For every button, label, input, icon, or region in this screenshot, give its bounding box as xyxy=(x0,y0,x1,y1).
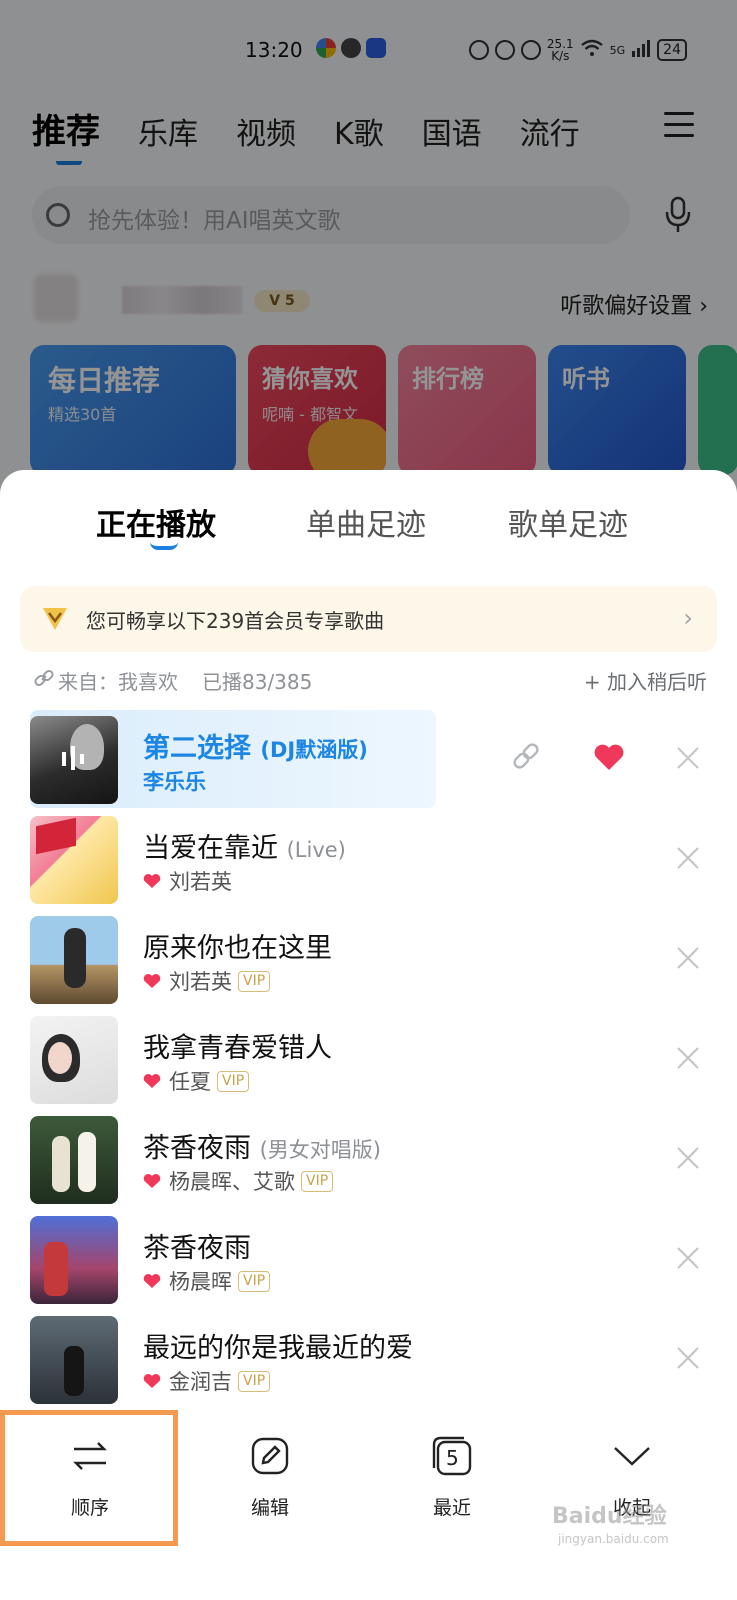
annotation-highlight-box xyxy=(0,1410,178,1546)
tab-playlist-history[interactable]: 歌单足迹 xyxy=(508,500,628,544)
watermark-url: jingyan.baidu.com xyxy=(558,1532,669,1546)
remove-song-close-icon[interactable] xyxy=(676,1046,700,1070)
song-title: 茶香夜雨 (男女对唱版) xyxy=(143,1133,381,1164)
album-cover xyxy=(30,816,118,904)
chevron-right-icon: › xyxy=(683,604,693,632)
link-icon xyxy=(34,668,54,688)
song-artist-row: 任夏 VIP xyxy=(143,1066,250,1096)
liked-heart-icon xyxy=(143,973,161,988)
recent-button[interactable]: 5 最近 xyxy=(372,1410,532,1550)
vip-banner[interactable]: 您可畅享以下239首会员专享歌曲 › xyxy=(20,586,717,652)
song-artist: 刘若英 xyxy=(169,970,232,994)
sheet-tabs: 正在播放 单曲足迹 歌单足迹 xyxy=(0,500,737,550)
album-cover xyxy=(30,1316,118,1404)
vip-tag: VIP xyxy=(238,1370,271,1392)
song-artist: 刘若英 xyxy=(169,870,232,894)
album-cover xyxy=(30,1016,118,1104)
now-playing-equalizer-icon xyxy=(58,744,88,772)
song-title: 最远的你是我最近的爱 xyxy=(143,1333,413,1364)
song-artist: 李乐乐 xyxy=(143,770,206,794)
remove-song-close-icon[interactable] xyxy=(676,746,700,770)
modal-backdrop[interactable] xyxy=(0,0,737,500)
song-artist-row: 杨晨晖、艾歌 VIP xyxy=(143,1166,334,1196)
tab-now-playing[interactable]: 正在播放 xyxy=(96,500,216,544)
liked-heart-icon xyxy=(143,1073,161,1088)
add-to-listen-later-button[interactable]: + 加入稍后听 xyxy=(584,666,707,695)
watermark: Baidu经验 xyxy=(552,1504,667,1529)
list-item[interactable]: 第二选择 (DJ默涵版) 李乐乐 xyxy=(0,708,737,808)
list-item[interactable]: 最远的你是我最近的爱 金润吉 VIP xyxy=(0,1308,737,1408)
recent-label: 最近 xyxy=(432,1497,471,1519)
edit-button[interactable]: 编辑 xyxy=(190,1410,350,1550)
song-title: 当爱在靠近 (Live) xyxy=(143,833,346,864)
song-title: 茶香夜雨 xyxy=(143,1233,251,1264)
chevron-down-icon xyxy=(612,1436,652,1476)
link-icon[interactable] xyxy=(510,740,542,772)
song-artist: 任夏 xyxy=(169,1070,211,1094)
tab-song-history[interactable]: 单曲足迹 xyxy=(306,500,426,544)
source-label[interactable]: 来自：我喜欢 xyxy=(58,666,178,695)
liked-heart-icon xyxy=(143,873,161,888)
remove-song-close-icon[interactable] xyxy=(676,946,700,970)
song-artist-row: 金润吉 VIP xyxy=(143,1366,271,1396)
edit-pencil-icon xyxy=(250,1436,290,1476)
like-heart-icon[interactable] xyxy=(593,743,625,771)
remove-song-close-icon[interactable] xyxy=(676,1246,700,1270)
list-item[interactable]: 茶香夜雨 (男女对唱版) 杨晨晖、艾歌 VIP xyxy=(0,1108,737,1208)
background-app: 13:20 25.1 K/s 5G 24 推荐 乐库 视频 K歌 国语 流行 抢… xyxy=(0,0,737,500)
list-item[interactable]: 我拿青春爱错人 任夏 VIP xyxy=(0,1008,737,1108)
song-artist-row: 刘若英 xyxy=(143,866,232,896)
liked-heart-icon xyxy=(143,1173,161,1188)
list-item[interactable]: 当爱在靠近 (Live) 刘若英 xyxy=(0,808,737,908)
album-cover xyxy=(30,1216,118,1304)
song-artist: 杨晨晖 xyxy=(169,1270,232,1294)
vip-tag: VIP xyxy=(217,1070,250,1092)
vip-banner-text: 您可畅享以下239首会员专享歌曲 xyxy=(86,609,385,633)
vip-tag: VIP xyxy=(301,1170,334,1192)
playlist-source-row: 来自：我喜欢 已播83/385 + 加入稍后听 xyxy=(34,666,707,696)
list-item[interactable]: 茶香夜雨 杨晨晖 VIP xyxy=(0,1208,737,1308)
remove-song-close-icon[interactable] xyxy=(676,1346,700,1370)
album-cover xyxy=(30,1116,118,1204)
edit-label: 编辑 xyxy=(250,1497,289,1519)
song-artist: 金润吉 xyxy=(169,1370,232,1394)
liked-heart-icon xyxy=(143,1373,161,1388)
remove-song-close-icon[interactable] xyxy=(676,846,700,870)
vip-tag: VIP xyxy=(238,970,271,992)
vip-diamond-icon xyxy=(40,606,70,632)
vip-tag: VIP xyxy=(238,1270,271,1292)
remove-song-close-icon[interactable] xyxy=(676,1146,700,1170)
active-tab-indicator xyxy=(150,542,178,550)
played-count: 已播83/385 xyxy=(202,670,313,694)
song-artist-row: 杨晨晖 VIP xyxy=(143,1266,271,1296)
song-artist: 杨晨晖、艾歌 xyxy=(169,1170,295,1194)
song-title: 第二选择 (DJ默涵版) xyxy=(143,733,368,764)
recent-count: 5 xyxy=(446,1446,459,1470)
album-cover xyxy=(30,916,118,1004)
liked-heart-icon xyxy=(143,1273,161,1288)
list-item[interactable]: 原来你也在这里 刘若英 VIP xyxy=(0,908,737,1008)
song-title: 原来你也在这里 xyxy=(143,933,332,964)
song-artist-row: 刘若英 VIP xyxy=(143,966,271,996)
song-title: 我拿青春爱错人 xyxy=(143,1033,332,1064)
